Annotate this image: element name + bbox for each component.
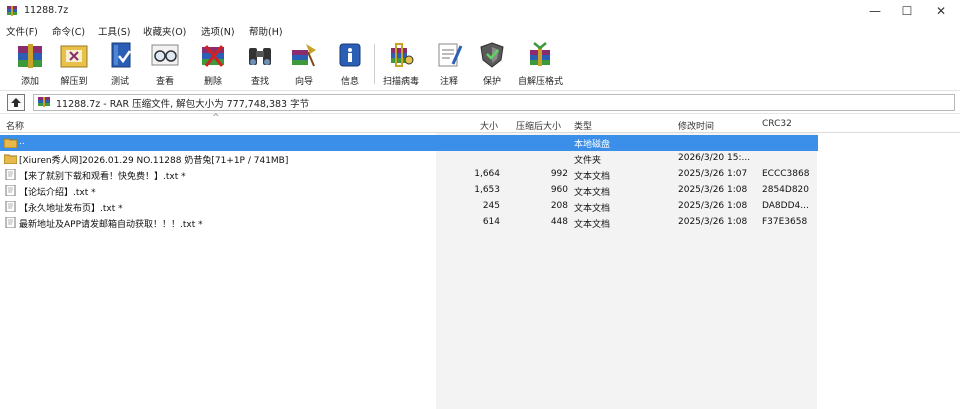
wizard-icon bbox=[292, 44, 316, 67]
up-arrow-icon bbox=[11, 98, 21, 107]
address-bar: 11288.7z - RAR 压缩文件, 解包大小为 777,748,383 字… bbox=[0, 91, 960, 114]
window-title: 11288.7z bbox=[24, 5, 69, 16]
maximize-button[interactable]: ☐ bbox=[890, 0, 924, 22]
wizard-button[interactable]: 向导 bbox=[282, 40, 326, 88]
add-button[interactable]: 添加 bbox=[8, 40, 52, 88]
menu-help[interactable]: 帮助(H) bbox=[249, 24, 283, 38]
shield-icon bbox=[480, 42, 504, 68]
test-button[interactable]: 测试 bbox=[98, 40, 142, 88]
column-type[interactable]: 类型 bbox=[574, 119, 592, 132]
rar-archive-icon bbox=[38, 97, 50, 107]
sort-ascending-icon: ^ bbox=[212, 113, 220, 123]
menu-file[interactable]: 文件(F) bbox=[6, 24, 38, 38]
close-button[interactable]: ✕ bbox=[924, 0, 958, 22]
binoculars-icon bbox=[249, 48, 271, 65]
column-packed[interactable]: 压缩后大小 bbox=[516, 119, 561, 132]
folder-icon bbox=[4, 138, 17, 148]
text-file-icon bbox=[5, 185, 16, 196]
info-button[interactable]: 信息 bbox=[328, 40, 372, 88]
table-row[interactable]: 【论坛介绍】.txt * 1,653 960 文本文档 2025/3/26 1:… bbox=[0, 183, 818, 199]
toolbar: 添加 解压到 测试 查看 删除 查找 向导 信息 扫描病毒 注释 保护 自解压格… bbox=[0, 38, 960, 91]
sfx-button[interactable]: 自解压格式 bbox=[518, 40, 563, 88]
path-text: 11288.7z - RAR 压缩文件, 解包大小为 777,748,383 字… bbox=[56, 99, 310, 110]
comment-icon bbox=[438, 43, 463, 67]
text-file-icon bbox=[5, 217, 16, 228]
view-button[interactable]: 查看 bbox=[143, 40, 187, 88]
menu-bar: 文件(F) 命令(C) 工具(S) 收藏夹(O) 选项(N) 帮助(H) bbox=[0, 22, 960, 38]
extract-to-button[interactable]: 解压到 bbox=[52, 40, 96, 88]
scan-virus-button[interactable]: 扫描病毒 bbox=[379, 40, 423, 88]
file-list: .. 本地磁盘 [Xiuren秀人网]2026.01.29 NO.11288 奶… bbox=[0, 133, 960, 409]
menu-options[interactable]: 选项(N) bbox=[201, 24, 235, 38]
toolbar-separator bbox=[374, 44, 375, 84]
scan-virus-icon bbox=[391, 43, 414, 67]
menu-tools[interactable]: 工具(S) bbox=[98, 24, 130, 38]
text-file-icon bbox=[5, 169, 16, 180]
table-row[interactable]: 【永久地址发布页】.txt * 245 208 文本文档 2025/3/26 1… bbox=[0, 199, 818, 215]
view-glasses-icon bbox=[151, 44, 179, 66]
column-size[interactable]: 大小 bbox=[480, 119, 498, 132]
table-row[interactable]: [Xiuren秀人网]2026.01.29 NO.11288 奶昔兔[71+1P… bbox=[0, 151, 818, 167]
find-button[interactable]: 查找 bbox=[238, 40, 282, 88]
table-row[interactable]: 最新地址及APP请发邮箱自动获取！！！.txt * 614 448 文本文档 2… bbox=[0, 215, 818, 231]
comment-button[interactable]: 注释 bbox=[427, 40, 471, 88]
column-name[interactable]: 名称 bbox=[6, 119, 24, 132]
title-bar: 11288.7z — ☐ ✕ bbox=[0, 0, 960, 22]
protect-button[interactable]: 保护 bbox=[470, 40, 514, 88]
folder-icon bbox=[4, 154, 17, 164]
menu-favorites[interactable]: 收藏夹(O) bbox=[143, 24, 186, 38]
table-row-parent[interactable]: .. 本地磁盘 bbox=[0, 135, 818, 151]
table-row[interactable]: 【来了就别下载和观看！快免费！】.txt * 1,664 992 文本文档 20… bbox=[0, 167, 818, 183]
column-crc32[interactable]: CRC32 bbox=[762, 119, 792, 129]
extract-folder-icon bbox=[60, 45, 88, 68]
menu-commands[interactable]: 命令(C) bbox=[52, 24, 85, 38]
up-one-level-button[interactable] bbox=[7, 94, 25, 111]
add-archive-icon bbox=[18, 44, 42, 68]
info-icon bbox=[339, 43, 361, 67]
sfx-archive-icon bbox=[530, 42, 550, 66]
winrar-app-icon bbox=[7, 6, 17, 16]
column-modified[interactable]: 修改时间 bbox=[678, 119, 714, 132]
minimize-button[interactable]: — bbox=[858, 0, 892, 22]
delete-button[interactable]: 删除 bbox=[191, 40, 235, 88]
delete-archive-icon bbox=[202, 45, 224, 67]
text-file-icon bbox=[5, 201, 16, 212]
path-field[interactable]: 11288.7z - RAR 压缩文件, 解包大小为 777,748,383 字… bbox=[33, 94, 955, 111]
file-list-header: 名称 ^ 大小 压缩后大小 类型 修改时间 CRC32 bbox=[0, 113, 960, 133]
test-book-icon bbox=[111, 42, 132, 68]
